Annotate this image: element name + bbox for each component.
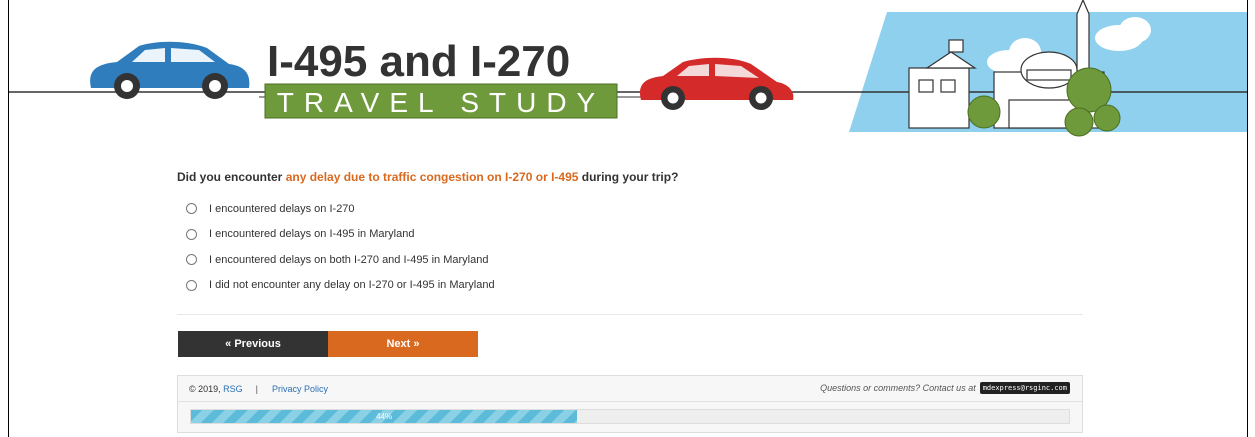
- question-prefix: Did you encounter: [177, 170, 286, 184]
- copyright-text: © 2019, RSG: [189, 384, 243, 394]
- contact-text: Questions or comments? Contact us at: [820, 383, 976, 393]
- progress-fill: 44%: [191, 410, 578, 423]
- radio-button[interactable]: [186, 279, 197, 291]
- option-label: I encountered delays on I-270: [209, 202, 355, 215]
- red-car-icon: [639, 57, 794, 110]
- contact-email[interactable]: mdexpress@rsginc.com: [979, 382, 1070, 394]
- study-banner: I-495 and I-270 TRAVEL STUDY: [9, 0, 1247, 137]
- question-section: Did you encounter any delay due to traff…: [177, 170, 1085, 298]
- monument-icon: [1076, 0, 1090, 77]
- radio-button[interactable]: [186, 228, 197, 240]
- company-link[interactable]: RSG: [223, 384, 243, 394]
- option-label: I encountered delays on both I-270 and I…: [209, 253, 489, 266]
- question-text: Did you encounter any delay due to traff…: [177, 170, 1085, 184]
- radio-button[interactable]: [186, 203, 197, 215]
- next-button[interactable]: Next »: [328, 331, 478, 357]
- question-suffix: during your trip?: [578, 170, 679, 184]
- footer-separator: |: [255, 383, 259, 394]
- page-frame: I-495 and I-270 TRAVEL STUDY Did you enc…: [8, 0, 1248, 437]
- previous-button[interactable]: « Previous: [178, 331, 328, 357]
- banner-title: I-495 and I-270: [267, 37, 570, 86]
- blue-car-icon: [90, 41, 250, 99]
- answer-options: I encountered delays on I-270 I encounte…: [177, 196, 1085, 298]
- option-label: I encountered delays on I-495 in Marylan…: [209, 228, 415, 241]
- banner-subtitle: TRAVEL STUDY: [277, 87, 605, 118]
- question-highlight: any delay due to traffic congestion on I…: [285, 170, 579, 184]
- option-delays-both[interactable]: I encountered delays on both I-270 and I…: [177, 247, 1085, 273]
- option-delays-i270[interactable]: I encountered delays on I-270: [177, 196, 1085, 222]
- progress-bar: 44%: [190, 409, 1070, 424]
- divider: [177, 314, 1083, 315]
- privacy-policy-link[interactable]: Privacy Policy: [272, 384, 328, 394]
- footer: © 2019, RSG | Privacy Policy Questions o…: [177, 375, 1083, 433]
- radio-button[interactable]: [186, 254, 197, 266]
- option-delays-i495[interactable]: I encountered delays on I-495 in Marylan…: [177, 222, 1085, 248]
- option-label: I did not encounter any delay on I-270 o…: [209, 279, 495, 292]
- copyright-label: © 2019,: [189, 383, 224, 394]
- contact-info: Questions or comments? Contact us at mde…: [820, 382, 1070, 394]
- footer-info-row: © 2019, RSG | Privacy Policy Questions o…: [178, 376, 1082, 402]
- option-no-delay[interactable]: I did not encounter any delay on I-270 o…: [177, 273, 1085, 299]
